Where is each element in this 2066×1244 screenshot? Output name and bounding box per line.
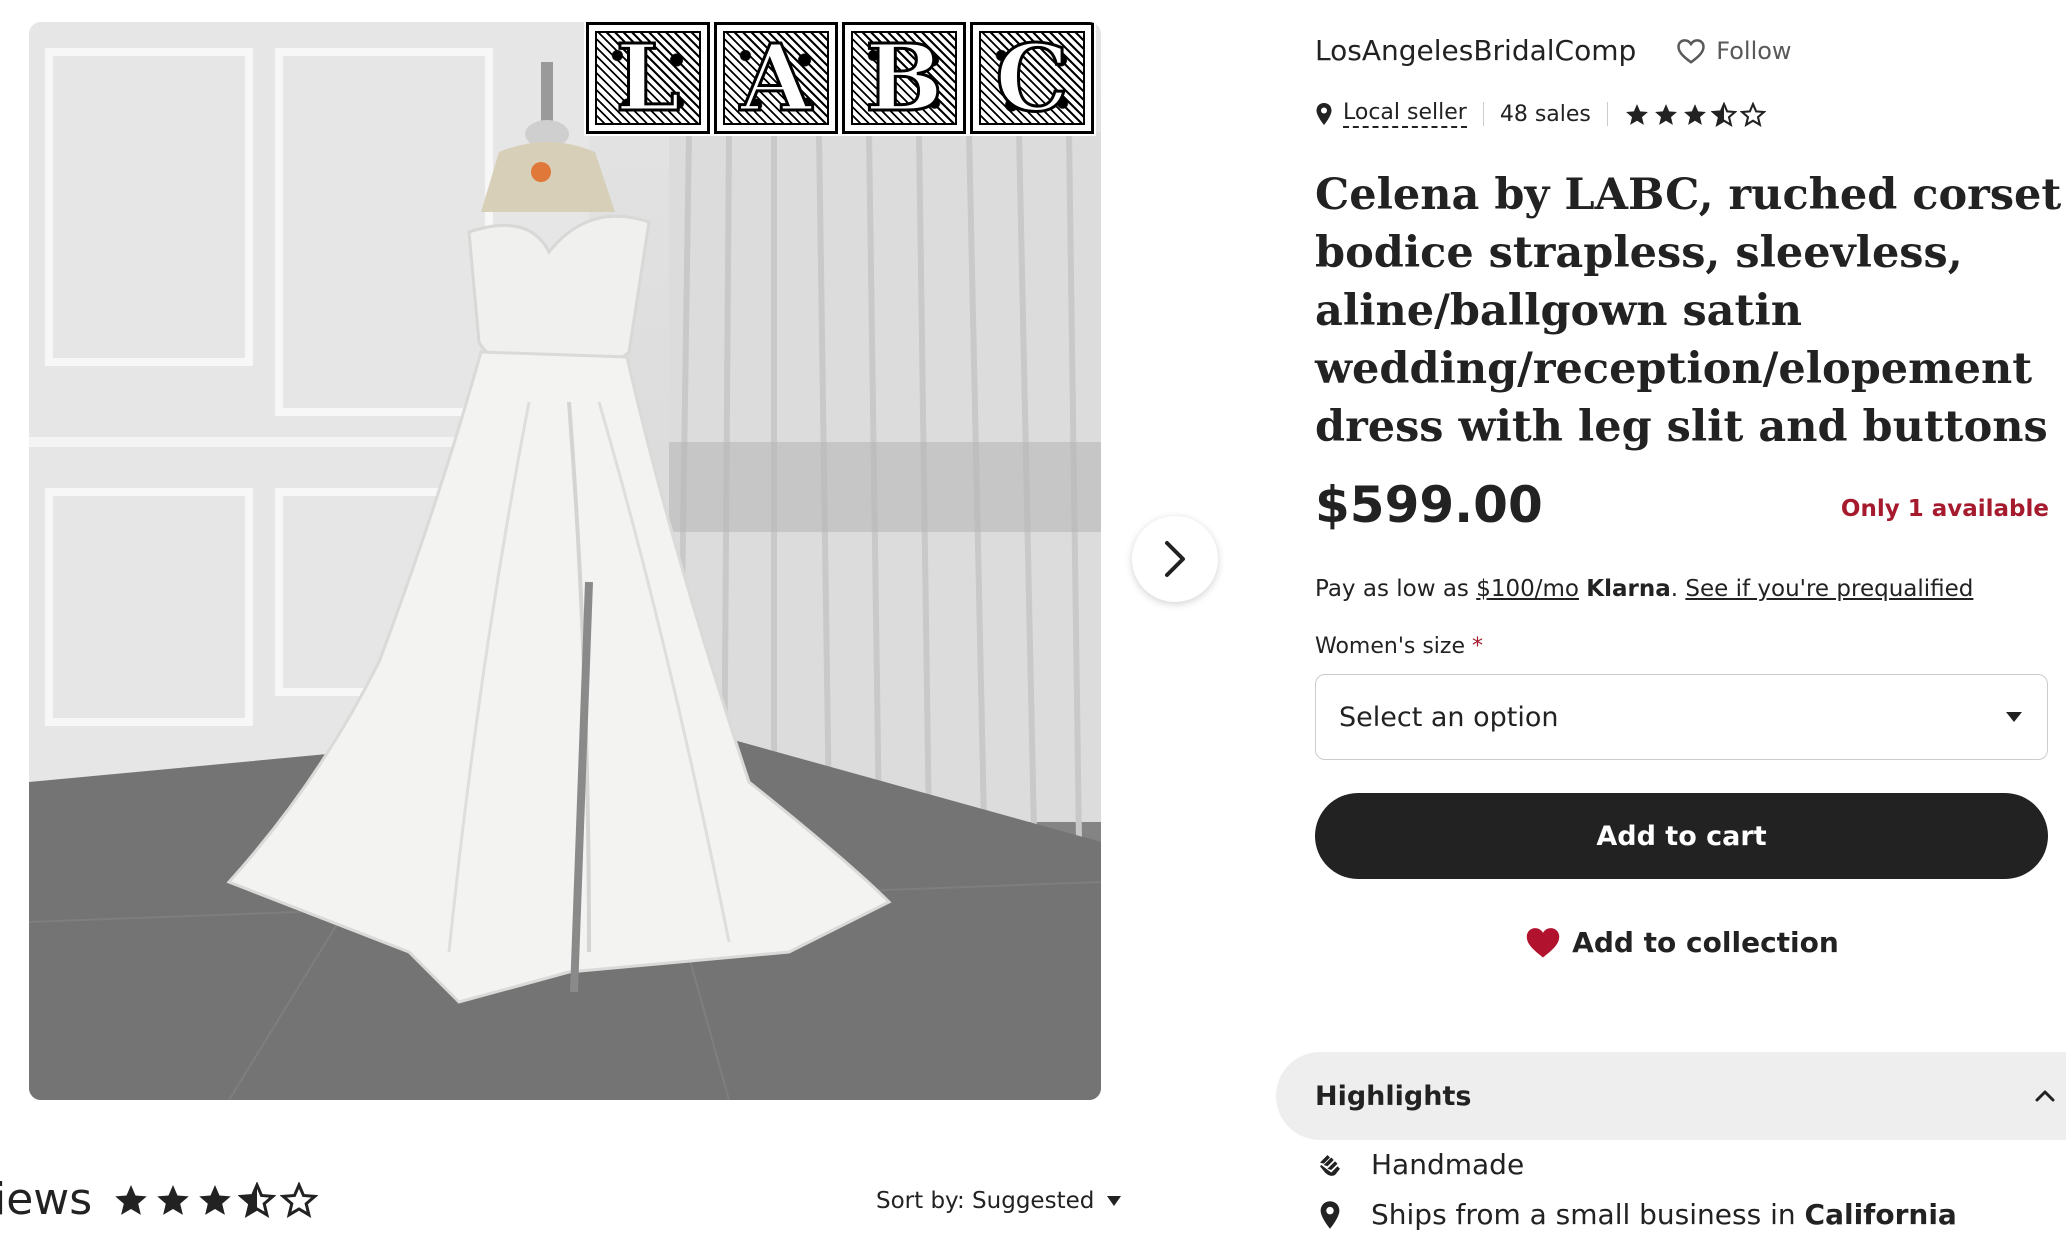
highlights-toggle[interactable]: Highlights: [1276, 1052, 2066, 1140]
prequalify-link[interactable]: See if you're prequalified: [1685, 576, 1973, 602]
star-full-icon: [1654, 103, 1677, 125]
seller-meta: Local seller 48 sales: [1315, 100, 1766, 128]
required-marker: *: [1472, 634, 1483, 659]
logo-tile: L: [584, 22, 712, 136]
listing-title: Celena by LABC, ruched corset bodice str…: [1315, 170, 2062, 452]
klarna-dot: .: [1670, 576, 1679, 602]
sort-label: Sort by: Suggested: [876, 1188, 1095, 1214]
next-image-button[interactable]: [1132, 516, 1218, 602]
star-full-icon: [1683, 103, 1706, 125]
caret-down-icon: [1107, 1196, 1122, 1206]
sort-dropdown[interactable]: Sort by: Suggested: [876, 1188, 1122, 1214]
add-to-cart-button[interactable]: Add to cart: [1315, 793, 2048, 879]
reviews-rating: [112, 1182, 318, 1218]
local-seller-link[interactable]: Local seller: [1343, 100, 1467, 128]
listing-photo[interactable]: L A B C: [29, 22, 1101, 1100]
logo-tile: A: [712, 22, 840, 136]
klarna-logo: Klarna: [1586, 576, 1671, 602]
follow-label: Follow: [1716, 36, 1792, 65]
add-to-collection-label: Add to collection: [1572, 925, 1839, 959]
add-to-collection-button[interactable]: Add to collection: [1315, 902, 2048, 982]
highlight-text: Ships from a small business in Californi…: [1371, 1198, 1957, 1231]
logo-tile: C: [968, 22, 1096, 136]
caret-down-icon: [2006, 712, 2022, 722]
location-pin-icon: [1316, 103, 1332, 125]
stock-status: Only 1 available: [1840, 496, 2049, 522]
labc-logo: L A B C: [584, 22, 1096, 136]
shop-name-link[interactable]: LosAngelesBridalComp: [1315, 34, 1636, 67]
klarna-financing: Pay as low as $100/mo Klarna. See if you…: [1315, 576, 1973, 602]
star-full-icon: [199, 1185, 231, 1215]
reviews-header: iews Sort by: Suggested: [0, 1158, 1160, 1244]
size-select-value: Select an option: [1339, 701, 1559, 733]
hand-icon: [1320, 1154, 1340, 1176]
star-empty-icon: [1739, 101, 1766, 127]
highlight-item: Handmade: [1315, 1148, 1524, 1181]
chevron-up-icon: [2035, 1090, 2055, 1102]
chevron-right-icon: [1165, 541, 1185, 577]
divider: [1606, 102, 1608, 126]
heart-outline-icon: [1677, 38, 1706, 64]
size-label-text: Women's size: [1315, 634, 1465, 659]
star-half-icon: [1710, 101, 1737, 127]
star-half-icon: [238, 1182, 276, 1218]
klarna-prefix: Pay as low as: [1315, 576, 1477, 602]
wedding-dress-image: [29, 22, 1101, 1100]
highlight-text: Handmade: [1371, 1148, 1525, 1181]
star-full-icon: [115, 1185, 147, 1215]
location-pin-icon: [1320, 1200, 1340, 1229]
shop-row: LosAngelesBridalComp Follow: [1315, 34, 1792, 67]
star-full-icon: [1625, 103, 1648, 125]
shop-rating[interactable]: [1624, 101, 1766, 127]
highlights-title: Highlights: [1315, 1080, 1472, 1112]
klarna-amount-link[interactable]: $100/mo: [1476, 576, 1579, 602]
listing-price: $599.00: [1315, 476, 1543, 534]
highlight-item: Ships from a small business in Californi…: [1315, 1198, 1957, 1231]
star-full-icon: [157, 1185, 189, 1215]
follow-button[interactable]: Follow: [1676, 36, 1792, 65]
sales-count: 48 sales: [1499, 101, 1591, 127]
reviews-heading: iews: [0, 1174, 93, 1225]
size-label: Women's size *: [1315, 634, 1483, 659]
divider: [1482, 102, 1484, 126]
star-empty-icon: [280, 1182, 318, 1218]
logo-tile: B: [840, 22, 968, 136]
heart-filled-icon: [1526, 928, 1560, 958]
size-select[interactable]: Select an option: [1315, 674, 2048, 760]
